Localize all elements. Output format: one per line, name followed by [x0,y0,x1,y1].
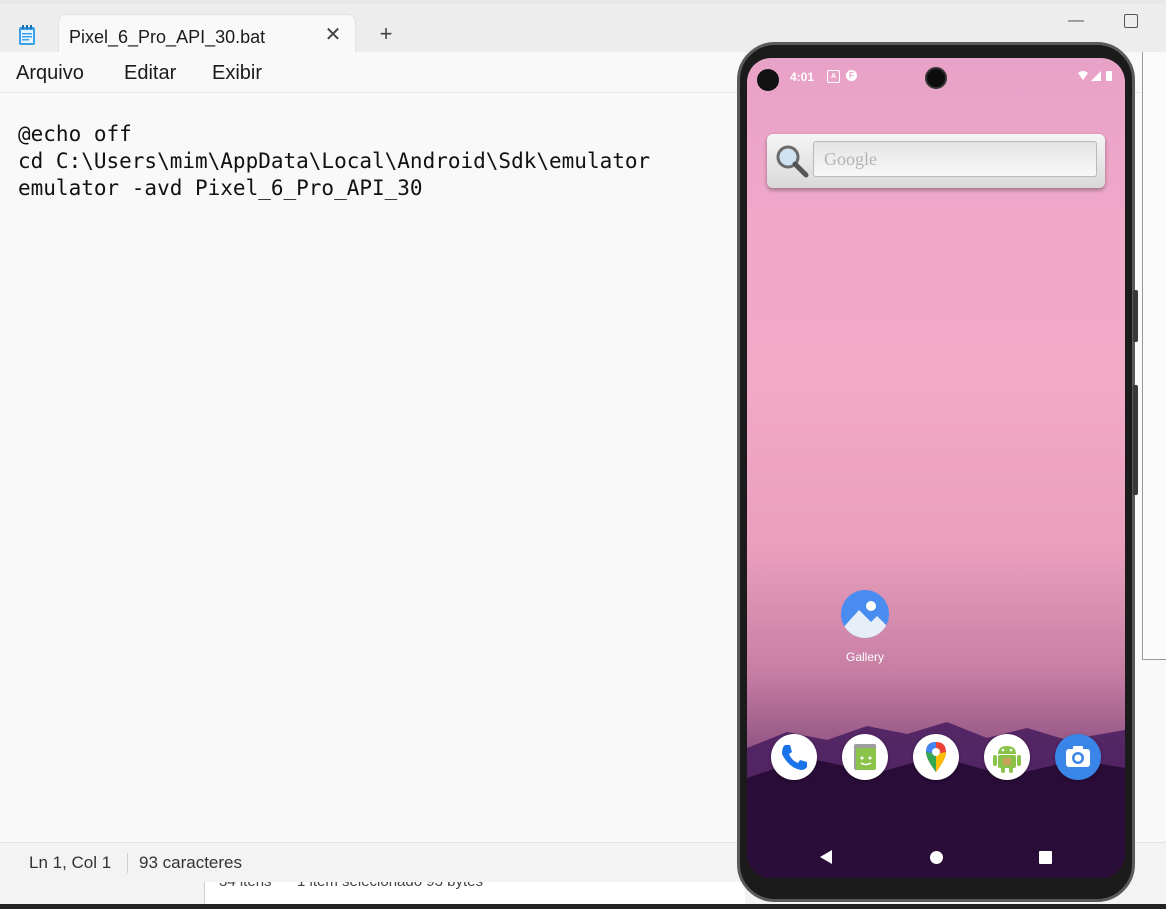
tab-file[interactable]: Pixel_6_Pro_API_30.bat ✕ [58,14,356,56]
camera-icon[interactable] [1055,734,1101,780]
notification-f-icon: F [846,70,857,81]
nav-home-button[interactable] [930,851,943,864]
notepad-app-icon [19,25,35,45]
maps-icon[interactable] [913,734,959,780]
power-button[interactable] [1133,385,1138,495]
menu-exibir[interactable]: Exibir [212,62,262,85]
status-time: 4:01 [790,70,815,84]
text-line: emulator -avd Pixel_6_Pro_API_30 [18,176,423,200]
background-window-edge [1142,52,1166,660]
background-item-count: 34 itens [219,882,272,890]
emulator-screen[interactable]: 4:01 A F Google Gallery [747,58,1125,878]
volume-button[interactable] [1133,290,1138,342]
nav-recents-button[interactable] [1039,851,1052,864]
search-placeholder: Google [824,149,877,169]
cursor-position: Ln 1, Col 1 [29,853,112,872]
search-icon [776,145,809,178]
search-input[interactable]: Google [813,141,1097,177]
gallery-app-label: Gallery [845,650,884,664]
google-search-widget[interactable]: Google [767,134,1105,188]
android-app-icon[interactable] [984,734,1030,780]
menu-arquivo[interactable]: Arquivo [16,62,84,85]
background-selection-info: 1 item selecionado 93 bytes [297,882,483,890]
new-tab-button[interactable]: + [374,22,398,46]
taskbar-edge [0,904,1166,909]
phone-icon[interactable] [771,734,817,780]
text-line: cd C:\Users\mim\AppData\Local\Android\Sd… [18,149,651,173]
messaging-icon[interactable] [842,734,888,780]
tab-title: Pixel_6_Pro_API_30.bat [69,27,266,47]
menu-editar[interactable]: Editar [124,62,176,85]
status-divider [127,853,128,873]
gallery-app-icon[interactable] [841,590,889,638]
status-dot [757,69,779,91]
character-count: 93 caracteres [139,853,242,872]
minimize-icon[interactable]: — [1066,12,1086,32]
status-icons [1078,71,1112,81]
nav-back-button[interactable] [820,850,832,864]
maximize-icon[interactable] [1124,14,1138,28]
close-tab-icon[interactable]: ✕ [321,23,345,47]
front-camera-icon [925,67,947,89]
text-line: @echo off [18,122,132,146]
notification-a-icon: A [827,70,840,83]
